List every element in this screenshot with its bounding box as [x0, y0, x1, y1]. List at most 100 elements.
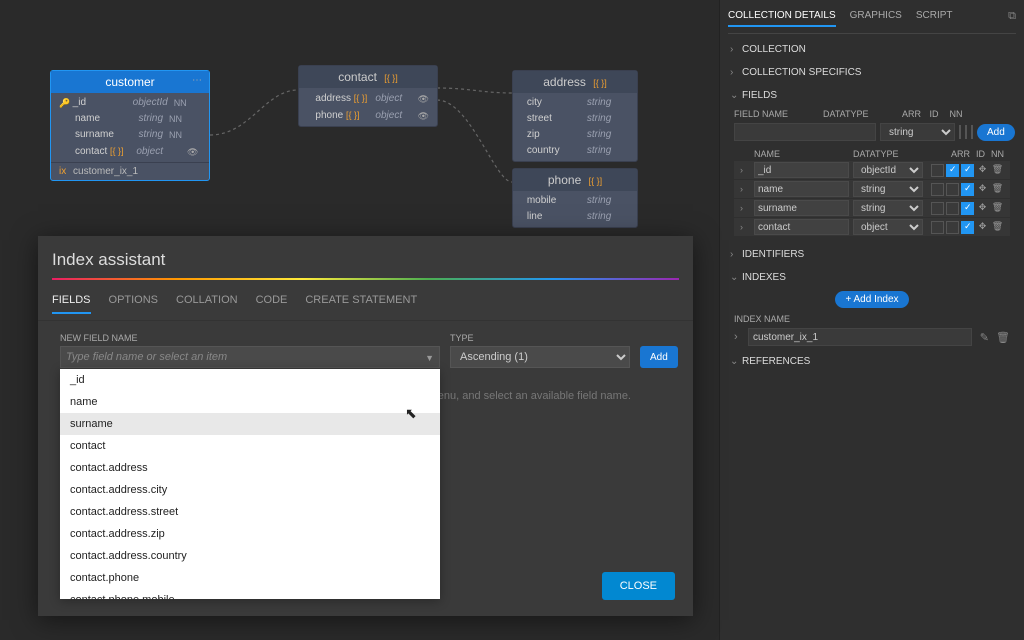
eye-icon[interactable]: 👁: [187, 145, 201, 159]
entity-field-row[interactable]: namestringNN: [51, 111, 209, 127]
id-checkbox[interactable]: [946, 221, 959, 234]
delete-icon[interactable]: 🗑: [991, 183, 1004, 196]
id-checkbox[interactable]: [946, 183, 959, 196]
chevron-right-icon[interactable]: ›: [740, 184, 750, 194]
dropdown-item[interactable]: contact.address: [60, 457, 440, 479]
delete-icon[interactable]: 🗑: [991, 164, 1004, 177]
entity-field-row[interactable]: 🔑_idobjectIdNN: [51, 95, 209, 111]
entity-field-row[interactable]: address [{ }]object👁: [299, 90, 437, 107]
field-name-input[interactable]: [754, 181, 849, 197]
tab-script[interactable]: SCRIPT: [916, 10, 953, 27]
entity-field-row[interactable]: countrystring: [513, 143, 637, 159]
dropdown-item[interactable]: _id: [60, 369, 440, 391]
dropdown-item[interactable]: contact.phone: [60, 567, 440, 589]
entity-field-row[interactable]: streetstring: [513, 111, 637, 127]
tab-fields[interactable]: FIELDS: [52, 288, 91, 314]
section-identifiers[interactable]: ›IDENTIFIERS: [728, 245, 1016, 264]
more-icon[interactable]: ⋯: [192, 75, 203, 86]
datatype-select[interactable]: string: [880, 123, 955, 141]
section-references[interactable]: ⌄REFERENCES: [728, 352, 1016, 371]
dropdown-item[interactable]: contact.address.city: [60, 479, 440, 501]
tab-create-statement[interactable]: CREATE STATEMENT: [305, 288, 417, 314]
entity-field-row[interactable]: citystring: [513, 95, 637, 111]
nn-checkbox[interactable]: [961, 202, 974, 215]
entity-field-row[interactable]: contact [{ }]object👁: [51, 143, 209, 160]
dropdown-item[interactable]: contact.address.street: [60, 501, 440, 523]
chevron-right-icon[interactable]: ›: [734, 331, 744, 343]
section-indexes[interactable]: ⌄INDEXES: [728, 268, 1016, 287]
close-button[interactable]: CLOSE: [602, 572, 675, 600]
dropdown-item[interactable]: name: [60, 391, 440, 413]
index-name-input[interactable]: [748, 328, 972, 346]
dropdown-item[interactable]: contact: [60, 435, 440, 457]
move-icon[interactable]: ✥: [976, 164, 989, 177]
section-collection-specifics[interactable]: ›COLLECTION SPECIFICS: [728, 63, 1016, 82]
tab-collection-details[interactable]: COLLECTION DETAILS: [728, 10, 836, 27]
entity-field-row[interactable]: linestring: [513, 209, 637, 225]
field-type-select[interactable]: string: [853, 200, 923, 216]
new-field-name-input[interactable]: [60, 346, 440, 368]
nn-checkbox[interactable]: [961, 164, 974, 177]
entity-header[interactable]: address [{ }]: [513, 71, 637, 93]
entity-address[interactable]: address [{ }] citystringstreetstringzips…: [512, 70, 638, 162]
nn-checkbox[interactable]: [961, 183, 974, 196]
arr-checkbox[interactable]: [931, 221, 944, 234]
field-name-input[interactable]: [754, 200, 849, 216]
tab-code[interactable]: CODE: [256, 288, 288, 314]
field-name-input[interactable]: [754, 219, 849, 235]
dropdown-arrow-icon[interactable]: ▼: [425, 353, 434, 363]
nn-checkbox[interactable]: [971, 125, 973, 139]
chevron-right-icon[interactable]: ›: [740, 222, 750, 232]
id-checkbox[interactable]: [965, 125, 967, 139]
tab-collation[interactable]: COLLATION: [176, 288, 238, 314]
entity-field-row[interactable]: phone [{ }]object👁: [299, 107, 437, 124]
entity-phone[interactable]: phone [{ }] mobilestringlinestring: [512, 168, 638, 228]
entity-customer[interactable]: customer ⋯ 🔑_idobjectIdNNnamestringNNsur…: [50, 70, 210, 181]
tab-options[interactable]: OPTIONS: [109, 288, 159, 314]
section-fields[interactable]: ⌄FIELDS: [728, 86, 1016, 105]
section-collection[interactable]: ›COLLECTION: [728, 40, 1016, 59]
move-icon[interactable]: ✥: [976, 221, 989, 234]
field-type-select[interactable]: object: [853, 219, 923, 235]
entity-field-row[interactable]: mobilestring: [513, 193, 637, 209]
dropdown-item[interactable]: contact.address.zip: [60, 523, 440, 545]
type-select[interactable]: Ascending (1): [450, 346, 630, 368]
dropdown-item[interactable]: contact.address.country: [60, 545, 440, 567]
entity-header[interactable]: phone [{ }]: [513, 169, 637, 191]
add-button[interactable]: Add: [640, 346, 678, 368]
move-icon[interactable]: ✥: [976, 183, 989, 196]
dropdown-item[interactable]: surname: [60, 413, 440, 435]
add-index-button[interactable]: + Add Index: [835, 291, 908, 308]
entity-header[interactable]: contact [{ }]: [299, 66, 437, 88]
field-type-select[interactable]: objectId: [853, 162, 923, 178]
add-field-button[interactable]: Add: [977, 124, 1015, 141]
delete-icon[interactable]: 🗑: [991, 221, 1004, 234]
delete-icon[interactable]: 🗑: [996, 332, 1010, 344]
delete-icon[interactable]: 🗑: [991, 202, 1004, 215]
field-name-input[interactable]: [754, 162, 849, 178]
eye-icon[interactable]: 👁: [418, 109, 429, 123]
entity-field-row[interactable]: zipstring: [513, 127, 637, 143]
dropdown-item[interactable]: contact.phone.mobile: [60, 589, 440, 599]
tab-graphics[interactable]: GRAPHICS: [850, 10, 902, 27]
entity-field-row[interactable]: surnamestringNN: [51, 127, 209, 143]
nn-checkbox[interactable]: [961, 221, 974, 234]
chevron-right-icon[interactable]: ›: [740, 165, 750, 175]
arr-checkbox[interactable]: [931, 164, 944, 177]
layout-toggle-icon[interactable]: ⧉: [1008, 10, 1016, 27]
eye-icon[interactable]: 👁: [418, 92, 429, 106]
id-checkbox[interactable]: [946, 202, 959, 215]
edit-icon[interactable]: ✎: [980, 332, 989, 344]
entity-contact[interactable]: contact [{ }] address [{ }]object👁phone …: [298, 65, 438, 127]
field-type-select[interactable]: string: [853, 181, 923, 197]
chevron-right-icon[interactable]: ›: [740, 203, 750, 213]
arr-checkbox[interactable]: [931, 183, 944, 196]
id-checkbox[interactable]: [946, 164, 959, 177]
field-name-input[interactable]: [734, 123, 876, 141]
index-row: › ✎ 🗑: [728, 326, 1016, 348]
arr-checkbox[interactable]: [931, 202, 944, 215]
arr-checkbox[interactable]: [959, 125, 961, 139]
entity-header[interactable]: customer ⋯: [51, 71, 209, 93]
move-icon[interactable]: ✥: [976, 202, 989, 215]
field-list-row: › string ✥🗑: [734, 199, 1010, 217]
